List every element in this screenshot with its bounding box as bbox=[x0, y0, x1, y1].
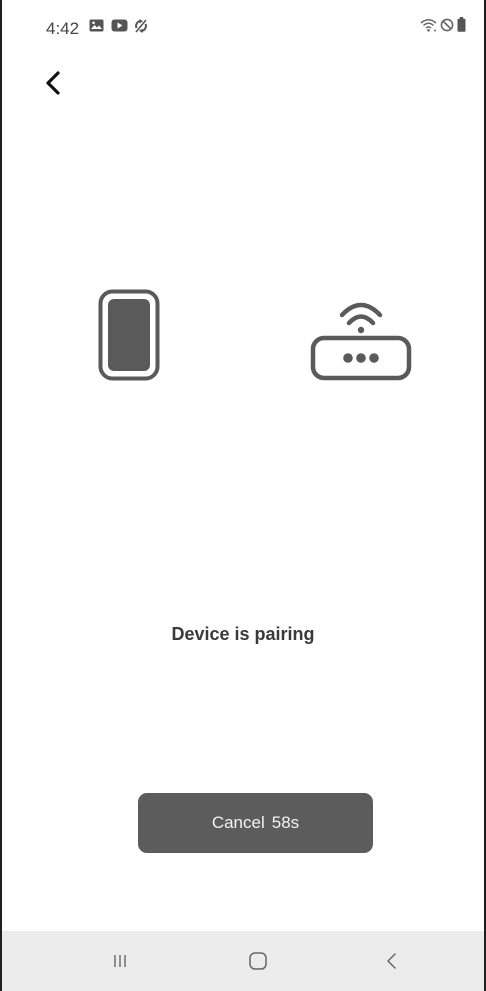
countdown-timer: 58s bbox=[271, 813, 300, 832]
app-screen: 4:42 Device is pairing Cancel 58s bbox=[0, 0, 486, 991]
back-button[interactable] bbox=[36, 66, 70, 100]
chevron-left-icon bbox=[46, 71, 60, 95]
nav-back-button[interactable] bbox=[362, 931, 422, 991]
do-not-disturb-icon bbox=[440, 18, 454, 37]
back-icon bbox=[387, 953, 396, 969]
youtube-icon bbox=[111, 19, 128, 37]
status-time: 4:42 bbox=[46, 19, 80, 38]
recents-button[interactable] bbox=[90, 931, 150, 991]
router-wifi-icon bbox=[308, 292, 414, 382]
gallery-icon bbox=[89, 19, 104, 37]
status-notification-icons bbox=[89, 18, 147, 38]
phone-icon bbox=[98, 289, 160, 381]
recents-icon bbox=[114, 955, 126, 967]
cancel-label: Cancel bbox=[211, 813, 265, 832]
status-bar: 4:42 bbox=[2, 0, 484, 40]
home-button[interactable] bbox=[228, 931, 288, 991]
sync-icon bbox=[135, 18, 147, 38]
status-system-icons bbox=[420, 17, 466, 37]
cancel-button[interactable]: Cancel 58s bbox=[138, 793, 373, 853]
pairing-status-text: Device is pairing bbox=[171, 624, 315, 644]
battery-icon bbox=[457, 17, 466, 37]
home-icon bbox=[249, 952, 267, 970]
wifi-icon bbox=[420, 18, 437, 37]
navigation-bar bbox=[2, 931, 484, 991]
